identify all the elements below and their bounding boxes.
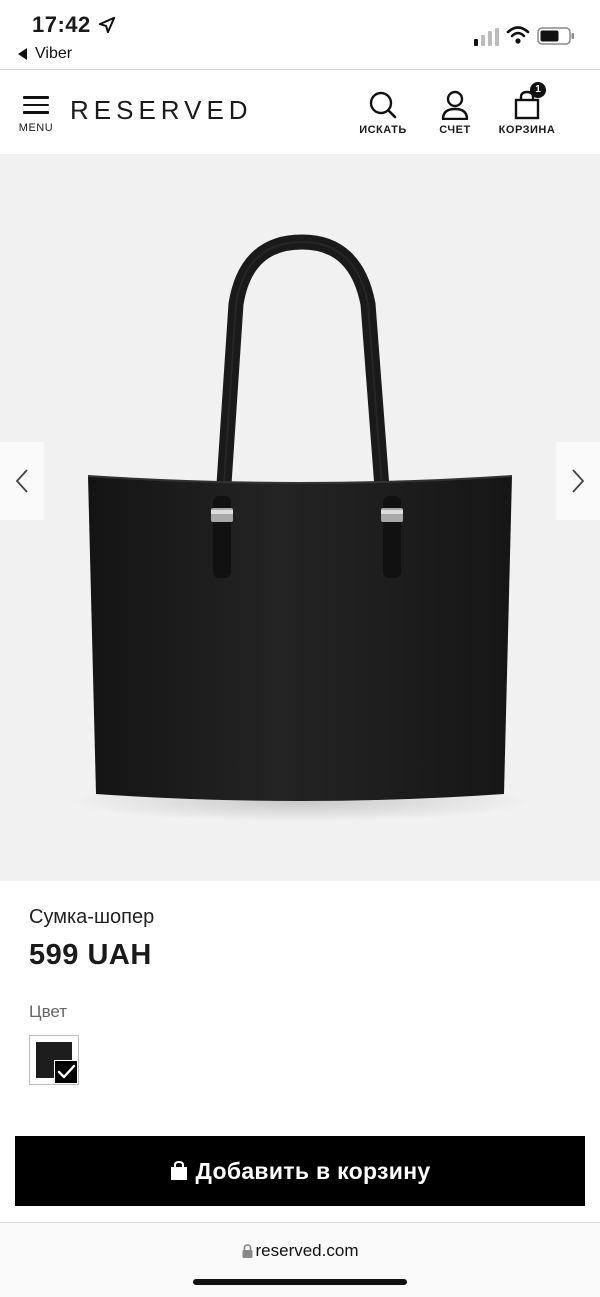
- address-field[interactable]: reserved.com: [0, 1241, 600, 1261]
- selected-check-icon: [54, 1060, 78, 1084]
- chevron-right-icon: [572, 469, 585, 493]
- account-button[interactable]: СЧЕТ: [430, 90, 480, 142]
- status-bar: 17:42 Viber: [0, 0, 600, 70]
- menu-button[interactable]: MENU: [16, 92, 56, 138]
- back-triangle-icon: [18, 48, 27, 60]
- hamburger-icon: [23, 96, 49, 114]
- lock-icon: [242, 1244, 252, 1258]
- site-header: MENU RESERVED ИСКАТЬ СЧЕТ 1 КОРЗИНА: [0, 70, 600, 154]
- product-image-tote-bag: [70, 234, 530, 822]
- location-arrow-icon: [98, 16, 116, 34]
- shopping-bag-icon: [170, 1161, 187, 1180]
- chevron-left-icon: [15, 469, 28, 493]
- home-indicator[interactable]: [193, 1279, 407, 1285]
- cart-button[interactable]: 1 КОРЗИНА: [496, 82, 558, 142]
- search-button[interactable]: ИСКАТЬ: [355, 90, 411, 142]
- url-text: reserved.com: [255, 1241, 359, 1260]
- back-to-app-link[interactable]: Viber: [18, 45, 72, 63]
- search-label: ИСКАТЬ: [359, 124, 407, 136]
- cart-count-badge: 1: [530, 82, 546, 98]
- gallery-prev-button[interactable]: [0, 442, 44, 520]
- wifi-icon: [506, 26, 530, 44]
- cart-label: КОРЗИНА: [498, 124, 556, 136]
- account-label: СЧЕТ: [439, 124, 471, 136]
- product-name: Сумка-шопер: [29, 906, 155, 928]
- search-icon: [369, 91, 397, 119]
- browser-url-bar: reserved.com: [0, 1223, 600, 1297]
- gallery-next-button[interactable]: [556, 442, 600, 520]
- color-label: Цвет: [29, 1002, 68, 1021]
- battery-icon: [537, 27, 574, 45]
- add-to-cart-button[interactable]: Добавить в корзину: [15, 1136, 585, 1206]
- brand-logo[interactable]: RESERVED: [70, 95, 253, 126]
- product-image-gallery[interactable]: [0, 154, 600, 881]
- color-swatch-black[interactable]: [29, 1035, 79, 1085]
- cellular-signal-icon: [474, 28, 499, 46]
- user-icon: [441, 90, 469, 120]
- menu-label: MENU: [18, 122, 54, 134]
- back-app-label: Viber: [35, 45, 73, 62]
- product-price: 599 UAH: [29, 939, 152, 971]
- add-to-cart-label: Добавить в корзину: [195, 1157, 431, 1184]
- status-time: 17:42: [32, 12, 91, 37]
